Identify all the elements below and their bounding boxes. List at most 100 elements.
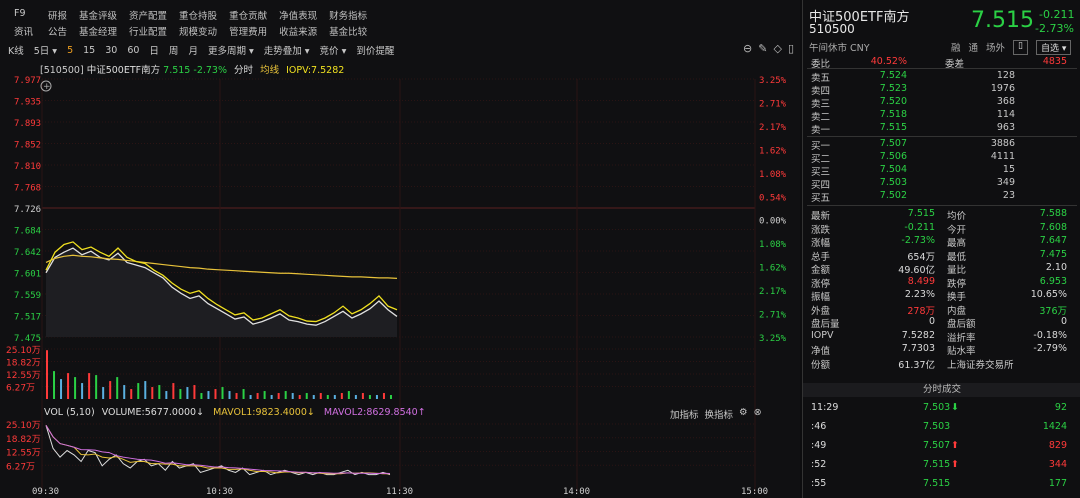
period-tab-2[interactable]: 5 [67, 45, 73, 56]
tong-tag[interactable]: 通 [969, 40, 979, 55]
tag-icon[interactable]: ◇ [773, 42, 781, 55]
changwai-tag[interactable]: 场外 [986, 40, 1005, 55]
menu-item-2[interactable]: 资产配置 [129, 8, 167, 24]
bid-label: 买二 [811, 154, 831, 165]
stat-label: 涨跌 [811, 224, 831, 236]
trade-row: 11:29 7.503 ⬇ 92 [803, 402, 1075, 415]
rong-tag[interactable]: 融 [951, 40, 961, 55]
stat-value: -0.211 [904, 221, 935, 233]
settings-icon[interactable]: ⚙ [739, 407, 748, 421]
menu-item-5[interactable]: 净值表现 [279, 8, 317, 24]
stat-label-2: 溢折率 [947, 332, 976, 344]
period-tab-4[interactable]: 30 [105, 45, 117, 56]
menu-item-row2-4[interactable]: 管理费用 [229, 24, 267, 40]
menu-item-row2-5[interactable]: 收益来源 [279, 24, 317, 40]
lock-icon[interactable]: ▯ [788, 42, 794, 55]
trade-time: :49 [811, 440, 827, 451]
volume-bar [270, 395, 273, 399]
y-right-tick-label: 2.71% [759, 311, 787, 321]
y-tick-label: 7.475 [14, 334, 41, 344]
volume-bar [312, 395, 315, 399]
ask-label: 卖三 [811, 99, 831, 110]
trade-volume: 177 [1048, 478, 1067, 489]
period-tab-10[interactable]: 走势叠加 ▾ [264, 43, 310, 57]
menu-item-row2-2[interactable]: 行业配置 [129, 24, 167, 40]
trade-time: :46 [811, 421, 827, 432]
quote-code: 510500 [809, 22, 855, 36]
period-toolbar: K线 5日 ▾ 5 15 30 60 日周月更多周期 ▾ 走势叠加 ▾ 竞价 ▾ 到价提醒 [0, 42, 800, 58]
menu-item-1[interactable]: 基金评级 [79, 8, 117, 24]
y-right-tick-label: 0.54% [759, 193, 787, 203]
orderbook-divider [807, 68, 1077, 69]
ask-label: 卖五 [811, 73, 831, 84]
volume-bar [137, 383, 140, 399]
volume-bar [102, 387, 105, 399]
orderbook-divider [807, 205, 1077, 206]
orderbook-divider [807, 136, 1077, 137]
period-tab-3[interactable]: 15 [83, 45, 95, 56]
trade-volume: 829 [1048, 440, 1067, 451]
period-tab-0[interactable]: K线 [8, 43, 24, 57]
lock-icon[interactable]: ▯ [1013, 40, 1028, 55]
vol-tick-label: 25.10万 [6, 346, 41, 356]
period-tab-12[interactable]: 到价提醒 [356, 43, 394, 57]
ask-volume: 128 [996, 70, 1015, 81]
collapse-icon[interactable]: ⊖ [743, 42, 752, 55]
bid-label: 买四 [811, 180, 831, 191]
orderbook-row: 卖五 7.524 128 [803, 70, 1075, 84]
menu-item-zixun[interactable]: 资讯 [14, 24, 33, 38]
menu-item-0[interactable]: 研报 [48, 8, 67, 24]
close-icon[interactable]: ⊗ [754, 407, 762, 421]
orderbook-row: 涨停 8.499 跌停 6.953 [803, 276, 1075, 290]
volume-bar [368, 395, 371, 399]
bid-volume: 23 [1002, 190, 1015, 201]
menu-item-4[interactable]: 重仓贡献 [229, 8, 267, 24]
menu-item-6[interactable]: 财务指标 [329, 8, 367, 24]
menu-item-row2-0[interactable]: 公告 [48, 24, 67, 40]
bid-volume: 15 [1002, 164, 1015, 175]
add-indicator-button[interactable]: 加指标 [670, 407, 699, 421]
volume-bar [326, 395, 329, 399]
period-tab-9[interactable]: 更多周期 ▾ [208, 43, 254, 57]
mavol2-value: MAVOL2:8629.8540 [323, 407, 418, 418]
volume-bar [298, 395, 301, 399]
orderbook-row: 买一 7.507 3886 [803, 138, 1075, 152]
weicha-value: 4835 [1042, 56, 1067, 67]
stat-value: 7.7303 [901, 343, 935, 354]
ask-price: 7.520 [879, 96, 907, 107]
period-tab-7[interactable]: 周 [169, 43, 179, 57]
period-tab-6[interactable]: 日 [149, 43, 159, 57]
vol-tick-label: 6.27万 [6, 384, 35, 394]
period-tab-11[interactable]: 竞价 ▾ [320, 43, 347, 57]
volume-bar [214, 389, 217, 399]
y-tick-label: 7.517 [14, 313, 41, 323]
add-watchlist-button[interactable]: 自选 ▾ [1036, 40, 1072, 55]
arrow-down-icon: ⬇ [951, 402, 959, 413]
period-tab-8[interactable]: 月 [188, 43, 198, 57]
stat-label: IOPV [811, 329, 834, 341]
trade-row: :46 7.503 1424 [803, 421, 1075, 434]
period-tab-5[interactable]: 60 [127, 45, 139, 56]
menu-item-row2-6[interactable]: 基金比较 [329, 24, 367, 40]
mavol1-value: MAVOL1:9823.4000 [213, 407, 307, 418]
volume-bar [284, 391, 287, 399]
price-chart[interactable]: 7.977 7.935 7.893 7.852 7.810 7.768 7.726 7.684… [0, 74, 800, 498]
stat-label-2: 量比 [947, 265, 967, 276]
ask-label: 卖二 [811, 112, 831, 123]
menu-item-3[interactable]: 重仓持股 [179, 8, 217, 24]
ind-tick-label: 6.27万 [6, 462, 35, 472]
stat-label: 外盘 [811, 305, 831, 317]
pen-icon[interactable]: ✎ [758, 42, 767, 55]
orderbook-row: 金额 49.60亿 量比 2.10 [803, 262, 1075, 276]
orderbook-row: 盘后量 0 盘后额 0 [803, 316, 1075, 330]
period-tab-1[interactable]: 5日 ▾ [34, 43, 57, 57]
menu-item-row2-3[interactable]: 规模变动 [179, 24, 217, 40]
stat-value-2: 7.647 [1039, 235, 1067, 246]
arrow-up-icon: ⬆ [951, 459, 959, 470]
menu-item-row2-1[interactable]: 基金经理 [79, 24, 117, 40]
switch-indicator-button[interactable]: 换指标 [705, 407, 734, 421]
stat-value: 2.23% [904, 289, 935, 300]
bid-label: 买五 [811, 193, 831, 204]
volume-bar [200, 393, 203, 399]
quote-tags: 融 通 场外 ▯ 自选 ▾ [951, 40, 1072, 55]
